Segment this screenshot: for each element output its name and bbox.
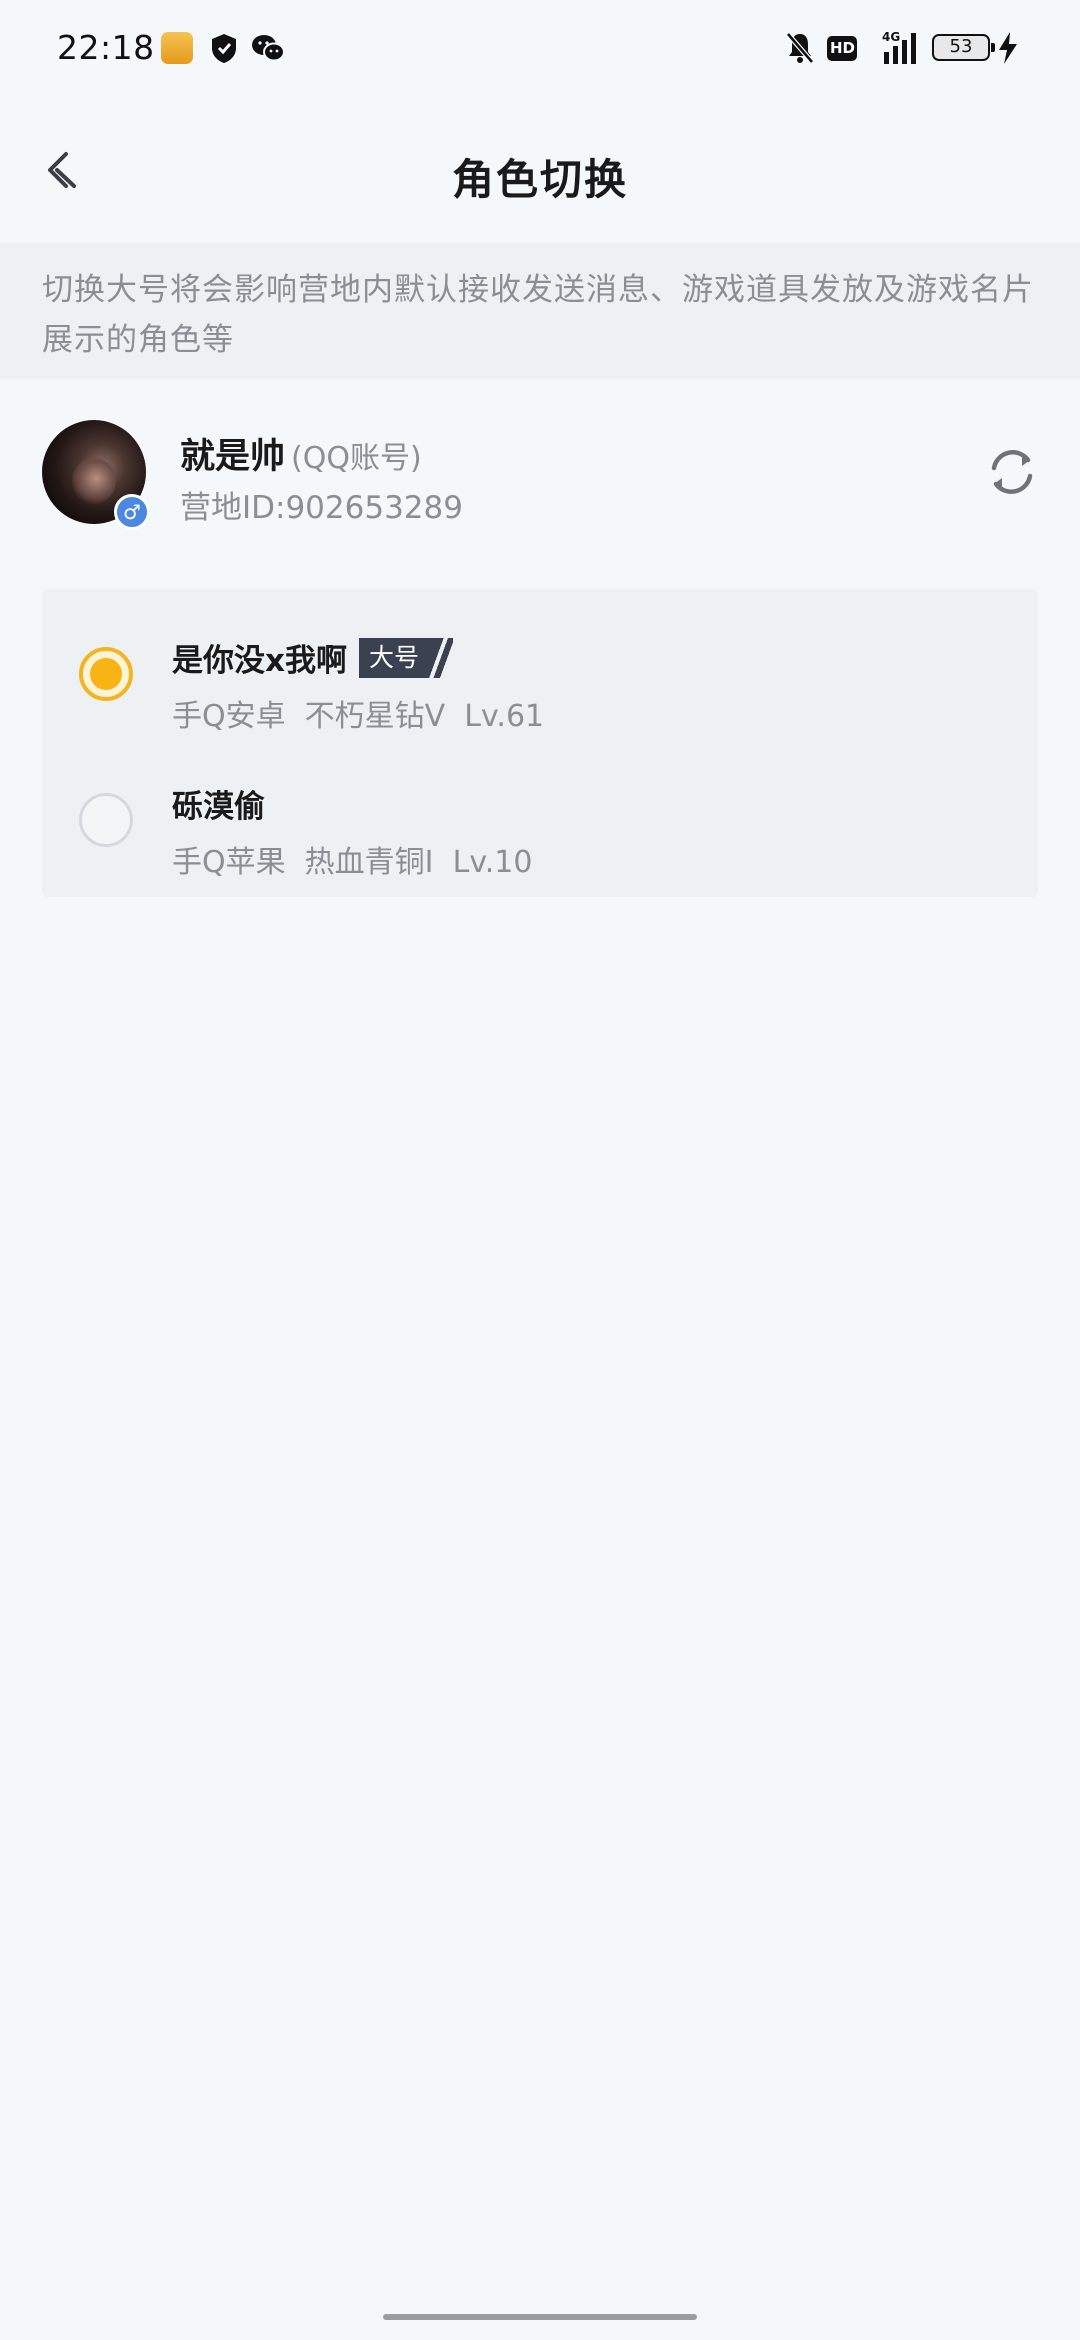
mute-bell-icon <box>786 32 814 64</box>
svg-text:4G: 4G <box>882 30 900 44</box>
hd-badge: HD <box>827 36 857 61</box>
male-gender-icon: ♂ <box>114 494 150 530</box>
radio-selected-icon[interactable] <box>79 647 133 701</box>
signal-icon: 4G <box>882 30 916 64</box>
screen: 22:18 HD 4G 53 角色切换 切换大号将会影响营地内默认接收发送消息、… <box>0 0 1080 2340</box>
role-list: 是你没x我啊 大号 手Q安卓 不朽星钻V Lv.61 砾漠偷 手Q苹果 热血青铜… <box>42 589 1038 897</box>
shield-icon <box>212 34 236 63</box>
home-indicator[interactable] <box>383 2314 697 2320</box>
role-detail: 手Q苹果 热血青铜I Lv.10 <box>172 845 533 880</box>
role-name-text: 砾漠偷 <box>172 789 265 825</box>
account-name: 就是帅 (QQ账号) <box>180 428 422 479</box>
main-account-badge: 大号 <box>359 637 454 678</box>
refresh-icon[interactable] <box>982 442 1042 502</box>
role-name: 砾漠偷 <box>172 781 265 826</box>
wechat-icon <box>252 35 285 62</box>
notice-text: 切换大号将会影响营地内默认接收发送消息、游戏道具发放及游戏名片展示的角色等 <box>42 272 1034 358</box>
role-item-secondary[interactable]: 砾漠偷 手Q苹果 热血青铜I Lv.10 <box>42 759 1038 899</box>
page-title: 角色切换 <box>451 155 628 204</box>
account-name-text: 就是帅 <box>180 437 286 477</box>
role-name: 是你没x我啊 大号 <box>172 635 454 680</box>
battery-indicator: 53 <box>932 34 995 61</box>
radio-unselected-icon[interactable] <box>79 793 133 847</box>
status-bar: 22:18 HD 4G 53 <box>0 0 1080 96</box>
status-time: 22:18 <box>57 28 155 67</box>
game-app-icon <box>161 32 193 64</box>
charging-icon <box>999 32 1017 64</box>
header: 角色切换 <box>0 110 1080 230</box>
role-item-main[interactable]: 是你没x我啊 大号 手Q安卓 不朽星钻V Lv.61 <box>42 613 1038 753</box>
account-id: 营地ID:902653289 <box>180 490 463 526</box>
account-type: (QQ账号) <box>291 441 422 476</box>
notice-banner: 切换大号将会影响营地内默认接收发送消息、游戏道具发放及游戏名片展示的角色等 <box>0 243 1080 379</box>
role-detail: 手Q安卓 不朽星钻V Lv.61 <box>172 699 545 734</box>
role-name-text: 是你没x我啊 <box>172 643 347 679</box>
account-card: ♂ 就是帅 (QQ账号) 营地ID:902653289 <box>42 420 1042 530</box>
